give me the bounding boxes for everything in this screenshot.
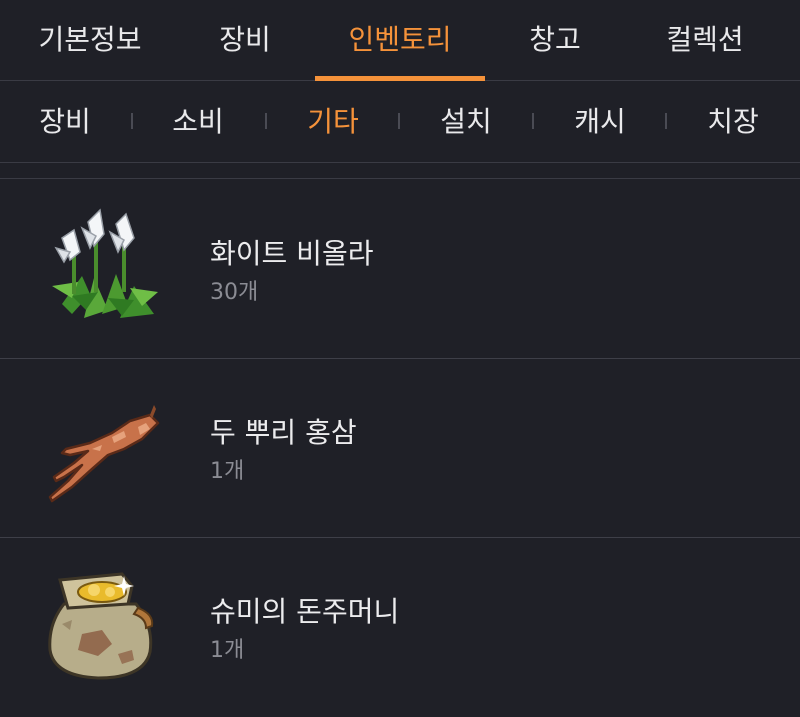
subtab-etc[interactable]: 기타 [288,81,378,162]
inventory-item-row[interactable]: 두 뿌리 홍삼 1개 [0,359,800,538]
tab-collection[interactable]: 컬렉션 [630,0,780,80]
sub-tab-bar: 장비 소비 기타 설치 캐시 치장 [0,81,800,163]
subtab-separator [665,113,667,129]
tab-inventory[interactable]: 인벤토리 [315,0,485,80]
subtab-decoration[interactable]: 치장 [688,81,778,162]
subtab-separator [131,113,133,129]
item-quantity: 30개 [210,280,259,305]
item-name: 두 뿌리 홍삼 [210,416,357,449]
item-name: 화이트 비올라 [210,237,374,270]
subtab-separator [265,113,267,129]
main-tab-bar: 기본정보 장비 인벤토리 창고 컬렉션 [0,0,800,81]
red-ginseng-root-icon [42,385,162,505]
money-pouch-icon [42,564,162,684]
subtab-separator [532,113,534,129]
tab-equipment[interactable]: 장비 [185,0,305,80]
inventory-item-row[interactable]: 화이트 비올라 30개 [0,180,800,359]
item-name: 슈미의 돈주머니 [210,595,400,628]
list-top-divider [0,178,800,179]
item-quantity: 1개 [210,459,245,484]
tab-basic-info[interactable]: 기본정보 [20,0,160,80]
item-quantity: 1개 [210,638,245,663]
subtab-consume[interactable]: 소비 [153,81,243,162]
subtab-cash[interactable]: 캐시 [555,81,645,162]
subtab-equipment[interactable]: 장비 [20,81,110,162]
subtab-separator [398,113,400,129]
inventory-item-row[interactable]: 슈미의 돈주머니 1개 [0,538,800,716]
white-viola-flower-icon [42,206,162,326]
tab-storage[interactable]: 창고 [495,0,615,80]
subtab-install[interactable]: 설치 [421,81,511,162]
